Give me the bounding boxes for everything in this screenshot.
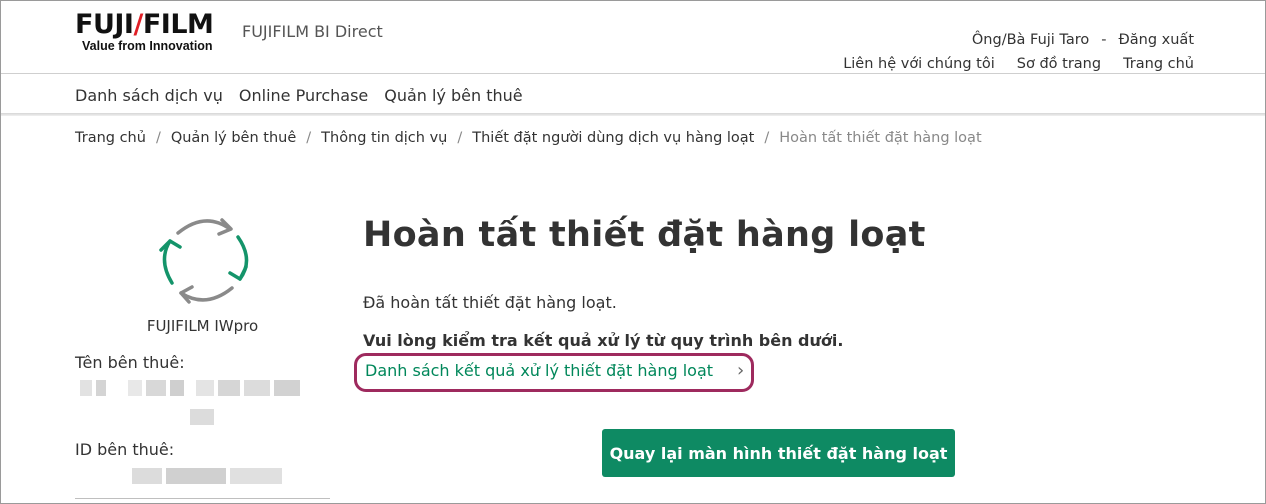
result-list-link-highlight: Danh sách kết quả xử lý thiết đặt hàng l… bbox=[354, 353, 754, 392]
back-to-bulk-settings-button[interactable]: Quay lại màn hình thiết đặt hàng loạt bbox=[602, 429, 955, 477]
user-menu-separator: - bbox=[1101, 32, 1107, 48]
nav-item-service-list[interactable]: Danh sách dịch vụ bbox=[75, 86, 223, 105]
nav-divider bbox=[1, 113, 1265, 116]
user-menu: Ông/Bà Fuji Taro - Đăng xuất Liên hệ với c… bbox=[821, 28, 1194, 76]
contact-link[interactable]: Liên hệ với chúng tôi bbox=[843, 56, 995, 72]
sitemap-link[interactable]: Sơ đồ trang bbox=[1017, 56, 1101, 72]
tenant-id-label: ID bên thuê: bbox=[75, 440, 175, 459]
main-nav: Danh sách dịch vụ Online Purchase Quản lý … bbox=[75, 86, 539, 105]
breadcrumb-separator: / bbox=[457, 130, 463, 146]
breadcrumb-separator: / bbox=[306, 130, 312, 146]
page-title: Hoàn tất thiết đặt hàng loạt bbox=[363, 215, 926, 255]
sync-arrows-icon bbox=[159, 218, 249, 304]
header-divider bbox=[1, 73, 1265, 74]
nav-item-online-purchase[interactable]: Online Purchase bbox=[239, 86, 368, 105]
logo-wordmark: FUJI/FILM bbox=[75, 9, 214, 40]
home-link[interactable]: Trang chủ bbox=[1123, 56, 1194, 72]
breadcrumb-separator: / bbox=[764, 130, 770, 146]
breadcrumb-tenant-management[interactable]: Quản lý bên thuê bbox=[171, 130, 296, 146]
redacted-tenant-name-line2 bbox=[190, 409, 218, 425]
chevron-right-icon[interactable]: › bbox=[737, 361, 744, 381]
user-name-link[interactable]: Ông/Bà Fuji Taro bbox=[972, 32, 1089, 48]
site-name: FUJIFILM BI Direct bbox=[242, 22, 383, 41]
product-name: FUJIFILM IWpro bbox=[146, 317, 259, 335]
tenant-name-label: Tên bên thuê: bbox=[75, 353, 185, 372]
breadcrumb-separator: / bbox=[155, 130, 161, 146]
result-list-link[interactable]: Danh sách kết quả xử lý thiết đặt hàng l… bbox=[365, 361, 713, 380]
fujifilm-logo[interactable]: FUJI/FILM Value from Innovation bbox=[75, 9, 214, 54]
breadcrumb: Trang chủ / Quản lý bên thuê / Thông tin dịc… bbox=[75, 130, 982, 146]
breadcrumb-bulk-user-settings[interactable]: Thiết đặt người dùng dịch vụ hàng loạt bbox=[472, 130, 754, 146]
breadcrumb-service-info[interactable]: Thông tin dịch vụ bbox=[321, 130, 447, 146]
instruction-text: Vui lòng kiểm tra kết quả xử lý từ quy t… bbox=[363, 331, 844, 350]
breadcrumb-home[interactable]: Trang chủ bbox=[75, 130, 146, 146]
logout-link[interactable]: Đăng xuất bbox=[1119, 32, 1194, 48]
logo-tagline: Value from Innovation bbox=[82, 39, 213, 53]
nav-item-tenant-management[interactable]: Quản lý bên thuê bbox=[384, 86, 522, 105]
sidebar-divider bbox=[75, 498, 330, 499]
redacted-tenant-id bbox=[132, 468, 286, 484]
breadcrumb-current: Hoàn tất thiết đặt hàng loạt bbox=[779, 130, 982, 146]
redacted-tenant-name bbox=[80, 380, 304, 396]
completion-message: Đã hoàn tất thiết đặt hàng loạt. bbox=[363, 293, 617, 312]
